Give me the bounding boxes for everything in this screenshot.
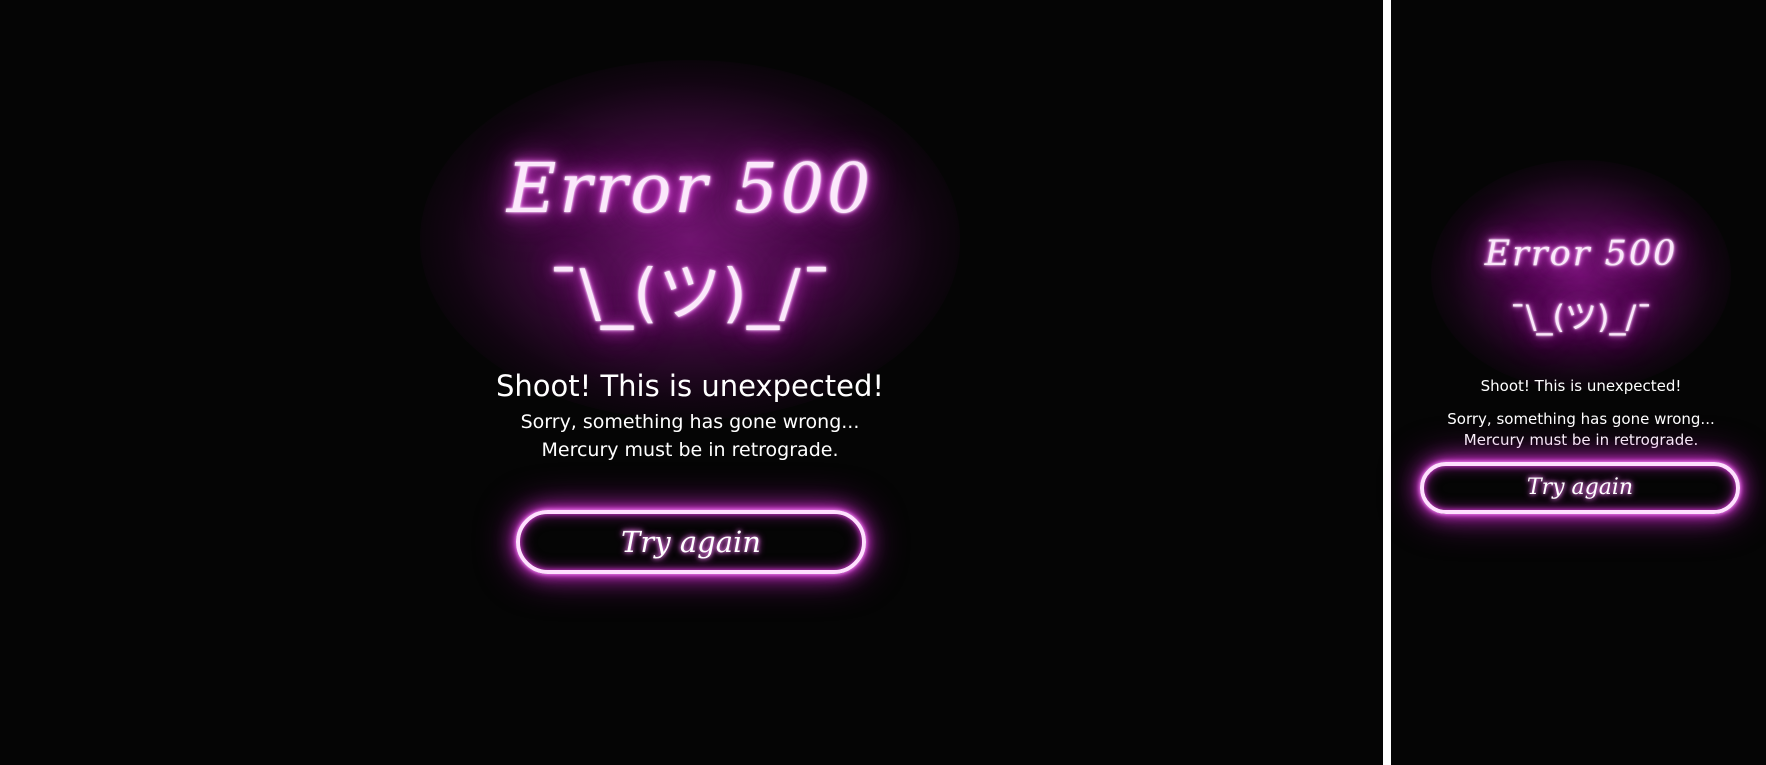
- mobile-error-message-line1: Sorry, something has gone wrong...: [1447, 410, 1715, 428]
- desktop-shrug-emoticon: ¯\_(ツ)_/¯: [547, 257, 833, 331]
- mobile-try-again-button[interactable]: Try again: [1420, 462, 1740, 514]
- view-divider: [1383, 0, 1391, 765]
- desktop-try-again-button[interactable]: Try again: [516, 510, 866, 574]
- desktop-error-message-line2: Mercury must be in retrograde.: [541, 439, 839, 461]
- mobile-error-heading: Shoot! This is unexpected!: [1480, 377, 1682, 395]
- desktop-error-message-line1: Sorry, something has gone wrong...: [520, 411, 860, 433]
- mobile-shrug-emoticon: ¯\_(ツ)_/¯: [1509, 298, 1653, 336]
- mobile-error-title: Error 500: [1484, 234, 1678, 274]
- desktop-error-title: Error 500: [506, 150, 874, 229]
- desktop-error-heading: Shoot! This is unexpected!: [495, 369, 885, 403]
- mobile-error-message-line2: Mercury must be in retrograde.: [1463, 431, 1699, 449]
